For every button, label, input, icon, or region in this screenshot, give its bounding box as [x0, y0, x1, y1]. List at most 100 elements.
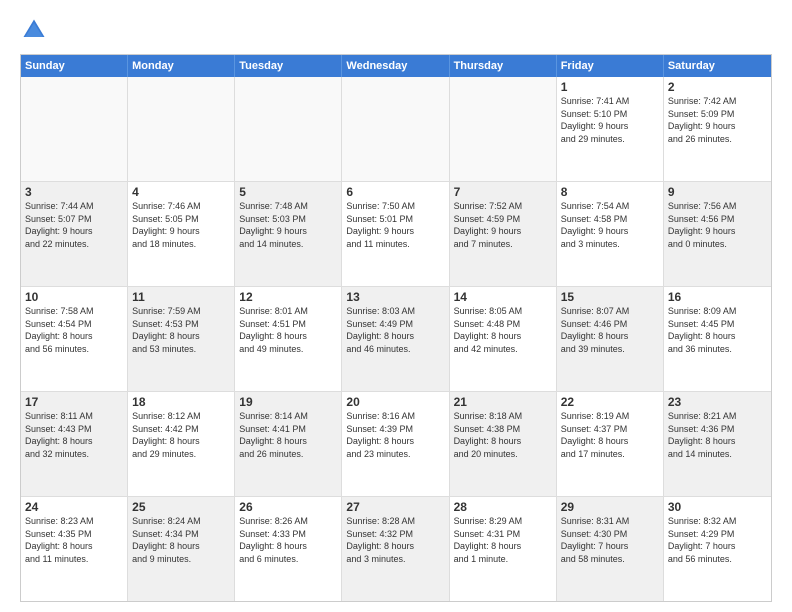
calendar-cell — [450, 77, 557, 181]
day-number: 29 — [561, 500, 659, 514]
day-number: 22 — [561, 395, 659, 409]
day-info: Sunrise: 7:48 AM Sunset: 5:03 PM Dayligh… — [239, 200, 337, 250]
calendar-cell: 6Sunrise: 7:50 AM Sunset: 5:01 PM Daylig… — [342, 182, 449, 286]
day-number: 28 — [454, 500, 552, 514]
day-info: Sunrise: 8:19 AM Sunset: 4:37 PM Dayligh… — [561, 410, 659, 460]
day-info: Sunrise: 8:09 AM Sunset: 4:45 PM Dayligh… — [668, 305, 767, 355]
calendar-cell: 19Sunrise: 8:14 AM Sunset: 4:41 PM Dayli… — [235, 392, 342, 496]
calendar-cell: 14Sunrise: 8:05 AM Sunset: 4:48 PM Dayli… — [450, 287, 557, 391]
day-number: 21 — [454, 395, 552, 409]
day-number: 15 — [561, 290, 659, 304]
day-info: Sunrise: 8:03 AM Sunset: 4:49 PM Dayligh… — [346, 305, 444, 355]
day-number: 14 — [454, 290, 552, 304]
calendar-cell: 12Sunrise: 8:01 AM Sunset: 4:51 PM Dayli… — [235, 287, 342, 391]
calendar-cell: 5Sunrise: 7:48 AM Sunset: 5:03 PM Daylig… — [235, 182, 342, 286]
day-info: Sunrise: 7:46 AM Sunset: 5:05 PM Dayligh… — [132, 200, 230, 250]
day-info: Sunrise: 7:41 AM Sunset: 5:10 PM Dayligh… — [561, 95, 659, 145]
day-number: 6 — [346, 185, 444, 199]
page: SundayMondayTuesdayWednesdayThursdayFrid… — [0, 0, 792, 612]
header-day-sunday: Sunday — [21, 55, 128, 77]
day-info: Sunrise: 8:29 AM Sunset: 4:31 PM Dayligh… — [454, 515, 552, 565]
calendar-cell: 11Sunrise: 7:59 AM Sunset: 4:53 PM Dayli… — [128, 287, 235, 391]
day-number: 18 — [132, 395, 230, 409]
day-number: 7 — [454, 185, 552, 199]
day-info: Sunrise: 8:21 AM Sunset: 4:36 PM Dayligh… — [668, 410, 767, 460]
logo-icon — [20, 16, 48, 44]
day-number: 12 — [239, 290, 337, 304]
calendar-cell: 15Sunrise: 8:07 AM Sunset: 4:46 PM Dayli… — [557, 287, 664, 391]
calendar-cell: 28Sunrise: 8:29 AM Sunset: 4:31 PM Dayli… — [450, 497, 557, 601]
day-info: Sunrise: 8:26 AM Sunset: 4:33 PM Dayligh… — [239, 515, 337, 565]
day-info: Sunrise: 7:58 AM Sunset: 4:54 PM Dayligh… — [25, 305, 123, 355]
day-info: Sunrise: 8:11 AM Sunset: 4:43 PM Dayligh… — [25, 410, 123, 460]
calendar-cell — [128, 77, 235, 181]
day-info: Sunrise: 8:23 AM Sunset: 4:35 PM Dayligh… — [25, 515, 123, 565]
header-day-monday: Monday — [128, 55, 235, 77]
day-number: 13 — [346, 290, 444, 304]
calendar-cell: 3Sunrise: 7:44 AM Sunset: 5:07 PM Daylig… — [21, 182, 128, 286]
day-number: 5 — [239, 185, 337, 199]
day-number: 1 — [561, 80, 659, 94]
day-number: 24 — [25, 500, 123, 514]
day-info: Sunrise: 8:07 AM Sunset: 4:46 PM Dayligh… — [561, 305, 659, 355]
day-info: Sunrise: 7:59 AM Sunset: 4:53 PM Dayligh… — [132, 305, 230, 355]
day-number: 19 — [239, 395, 337, 409]
day-number: 26 — [239, 500, 337, 514]
calendar-cell: 2Sunrise: 7:42 AM Sunset: 5:09 PM Daylig… — [664, 77, 771, 181]
day-number: 23 — [668, 395, 767, 409]
calendar-cell: 27Sunrise: 8:28 AM Sunset: 4:32 PM Dayli… — [342, 497, 449, 601]
calendar-cell: 25Sunrise: 8:24 AM Sunset: 4:34 PM Dayli… — [128, 497, 235, 601]
calendar-cell: 7Sunrise: 7:52 AM Sunset: 4:59 PM Daylig… — [450, 182, 557, 286]
calendar-header: SundayMondayTuesdayWednesdayThursdayFrid… — [21, 55, 771, 77]
day-number: 30 — [668, 500, 767, 514]
calendar-row-3: 17Sunrise: 8:11 AM Sunset: 4:43 PM Dayli… — [21, 391, 771, 496]
calendar-cell: 16Sunrise: 8:09 AM Sunset: 4:45 PM Dayli… — [664, 287, 771, 391]
header-day-wednesday: Wednesday — [342, 55, 449, 77]
day-info: Sunrise: 7:56 AM Sunset: 4:56 PM Dayligh… — [668, 200, 767, 250]
calendar-cell: 26Sunrise: 8:26 AM Sunset: 4:33 PM Dayli… — [235, 497, 342, 601]
day-info: Sunrise: 8:32 AM Sunset: 4:29 PM Dayligh… — [668, 515, 767, 565]
day-number: 25 — [132, 500, 230, 514]
day-number: 3 — [25, 185, 123, 199]
header-day-tuesday: Tuesday — [235, 55, 342, 77]
day-number: 17 — [25, 395, 123, 409]
day-number: 8 — [561, 185, 659, 199]
day-number: 27 — [346, 500, 444, 514]
day-number: 20 — [346, 395, 444, 409]
day-number: 4 — [132, 185, 230, 199]
day-number: 10 — [25, 290, 123, 304]
calendar-cell: 21Sunrise: 8:18 AM Sunset: 4:38 PM Dayli… — [450, 392, 557, 496]
day-info: Sunrise: 7:50 AM Sunset: 5:01 PM Dayligh… — [346, 200, 444, 250]
calendar-cell: 8Sunrise: 7:54 AM Sunset: 4:58 PM Daylig… — [557, 182, 664, 286]
day-number: 9 — [668, 185, 767, 199]
day-number: 11 — [132, 290, 230, 304]
header — [20, 16, 772, 44]
calendar-cell — [21, 77, 128, 181]
calendar-cell: 18Sunrise: 8:12 AM Sunset: 4:42 PM Dayli… — [128, 392, 235, 496]
calendar-cell: 29Sunrise: 8:31 AM Sunset: 4:30 PM Dayli… — [557, 497, 664, 601]
day-info: Sunrise: 7:44 AM Sunset: 5:07 PM Dayligh… — [25, 200, 123, 250]
day-info: Sunrise: 8:24 AM Sunset: 4:34 PM Dayligh… — [132, 515, 230, 565]
calendar: SundayMondayTuesdayWednesdayThursdayFrid… — [20, 54, 772, 602]
calendar-cell — [342, 77, 449, 181]
logo — [20, 16, 52, 44]
calendar-cell: 13Sunrise: 8:03 AM Sunset: 4:49 PM Dayli… — [342, 287, 449, 391]
calendar-cell: 23Sunrise: 8:21 AM Sunset: 4:36 PM Dayli… — [664, 392, 771, 496]
day-info: Sunrise: 8:14 AM Sunset: 4:41 PM Dayligh… — [239, 410, 337, 460]
day-info: Sunrise: 8:28 AM Sunset: 4:32 PM Dayligh… — [346, 515, 444, 565]
calendar-cell: 22Sunrise: 8:19 AM Sunset: 4:37 PM Dayli… — [557, 392, 664, 496]
calendar-row-2: 10Sunrise: 7:58 AM Sunset: 4:54 PM Dayli… — [21, 286, 771, 391]
day-info: Sunrise: 8:01 AM Sunset: 4:51 PM Dayligh… — [239, 305, 337, 355]
header-day-thursday: Thursday — [450, 55, 557, 77]
calendar-row-4: 24Sunrise: 8:23 AM Sunset: 4:35 PM Dayli… — [21, 496, 771, 601]
day-number: 2 — [668, 80, 767, 94]
calendar-cell: 1Sunrise: 7:41 AM Sunset: 5:10 PM Daylig… — [557, 77, 664, 181]
day-info: Sunrise: 8:16 AM Sunset: 4:39 PM Dayligh… — [346, 410, 444, 460]
day-info: Sunrise: 8:18 AM Sunset: 4:38 PM Dayligh… — [454, 410, 552, 460]
day-info: Sunrise: 7:52 AM Sunset: 4:59 PM Dayligh… — [454, 200, 552, 250]
day-info: Sunrise: 7:54 AM Sunset: 4:58 PM Dayligh… — [561, 200, 659, 250]
day-info: Sunrise: 8:12 AM Sunset: 4:42 PM Dayligh… — [132, 410, 230, 460]
calendar-cell — [235, 77, 342, 181]
calendar-cell: 4Sunrise: 7:46 AM Sunset: 5:05 PM Daylig… — [128, 182, 235, 286]
calendar-cell: 10Sunrise: 7:58 AM Sunset: 4:54 PM Dayli… — [21, 287, 128, 391]
